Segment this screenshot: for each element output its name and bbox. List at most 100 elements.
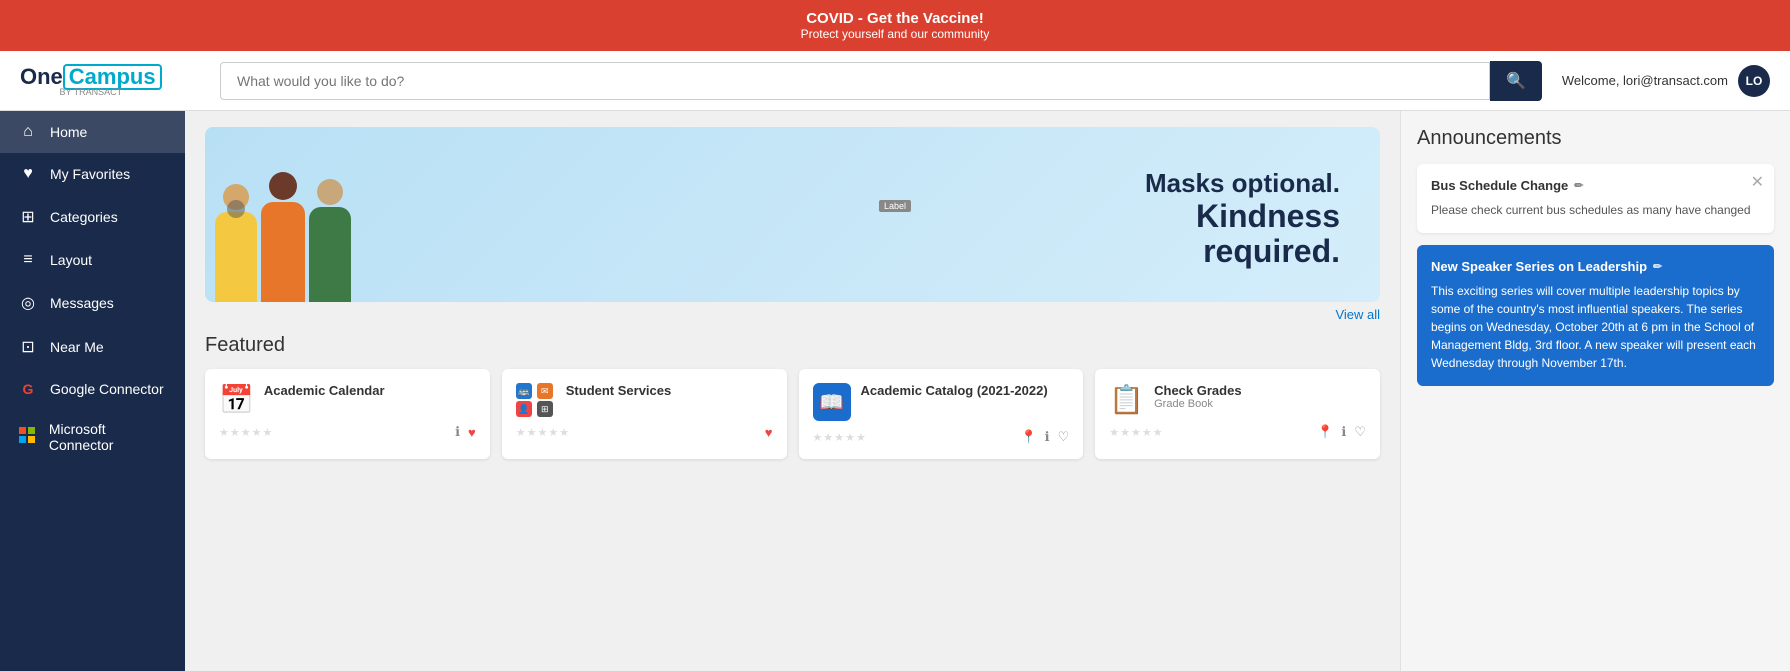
microsoft-icon (18, 427, 37, 448)
clipboard-icon: 📋 (1109, 383, 1144, 416)
card-actions-2: ♥ (765, 425, 773, 440)
card-title-3: Academic Catalog (2021-2022) (861, 383, 1048, 398)
carousel-line-2: Kindness (351, 199, 1340, 234)
sidebar-label-home: Home (50, 124, 87, 140)
content-area: Masks optional. Kindness required. Label… (185, 111, 1400, 671)
stars-3: ★★★★★ (813, 431, 867, 444)
stars-4: ★★★★★ (1109, 426, 1163, 439)
carousel-label-badge: Label (879, 200, 911, 212)
sidebar-label-microsoft: Microsoft Connector (49, 421, 167, 453)
stars-2: ★★★★★ (516, 426, 570, 439)
card-title-1: Academic Calendar (264, 383, 385, 398)
card-info-4: Check Grades Grade Book (1154, 383, 1241, 410)
sidebar-item-categories[interactable]: ⊞ Categories (0, 195, 185, 239)
sidebar-label-favorites: My Favorites (50, 166, 130, 182)
info-icon-4[interactable]: ℹ (1341, 424, 1346, 440)
sidebar-item-layout[interactable]: ≡ Layout (0, 239, 185, 281)
stars-1: ★★★★★ (219, 426, 273, 439)
featured-card-academic-catalog: 📖 Academic Catalog (2021-2022) ★★★★★ 📍 ℹ… (799, 369, 1084, 459)
card-bottom-2: ★★★★★ ♥ (516, 425, 773, 440)
announcement-card-bus: ✕ Bus Schedule Change ✏ Please check cur… (1417, 164, 1774, 233)
close-button-bus[interactable]: ✕ (1751, 172, 1764, 192)
person-2 (261, 172, 305, 302)
card-top-2: 🚌 ✉ 👤 ⊞ Student Services (516, 383, 773, 417)
logo: OneCampus BY TRANSACT (20, 64, 200, 97)
layout-icon: ≡ (18, 251, 38, 269)
search-input[interactable] (220, 62, 1490, 100)
view-all-link[interactable]: View all (205, 306, 1380, 324)
welcome-text: Welcome, lori@transact.com (1562, 73, 1728, 88)
heart-icon-4[interactable]: ♡ (1354, 424, 1366, 440)
ann-title-1: Bus Schedule Change ✏ (1431, 178, 1583, 193)
sidebar-item-messages[interactable]: ◎ Messages (0, 281, 185, 325)
sidebar: ⌂ Home ♥ My Favorites ⊞ Categories ≡ Lay… (0, 111, 185, 671)
sidebar-item-near-me[interactable]: ⊡ Near Me (0, 325, 185, 369)
carousel-line-1: Masks optional. (351, 169, 1340, 199)
announcement-card-speaker: New Speaker Series on Leadership ✏ This … (1417, 245, 1774, 386)
card-actions-4: 📍 ℹ ♡ (1317, 424, 1366, 440)
ann-title-2: New Speaker Series on Leadership ✏ (1431, 259, 1760, 274)
ann-body-1: Please check current bus schedules as ma… (1431, 201, 1760, 219)
sidebar-item-microsoft-connector[interactable]: Microsoft Connector (0, 409, 185, 465)
right-panel: Announcements ✕ Bus Schedule Change ✏ Pl… (1400, 111, 1790, 671)
location-icon-4[interactable]: 📍 (1317, 424, 1333, 440)
home-icon: ⌂ (18, 123, 38, 141)
card-bottom-4: ★★★★★ 📍 ℹ ♡ (1109, 424, 1366, 440)
header: OneCampus BY TRANSACT 🔍 Welcome, lori@tr… (0, 51, 1790, 111)
featured-card-academic-calendar: 📅 Academic Calendar ★★★★★ ℹ ♥ (205, 369, 490, 459)
card-title-2: Student Services (566, 383, 672, 398)
heart-icon-3[interactable]: ♡ (1058, 429, 1070, 445)
card-subtitle-4: Grade Book (1154, 398, 1241, 410)
user-avatar[interactable]: LO (1738, 65, 1770, 97)
info-icon-1[interactable]: ℹ (455, 424, 460, 440)
card-top-4: 📋 Check Grades Grade Book (1109, 383, 1366, 416)
featured-title: Featured (205, 334, 1380, 357)
search-container: 🔍 (220, 61, 1542, 101)
card-title-4: Check Grades (1154, 383, 1241, 398)
book-icon: 📖 (813, 383, 851, 421)
person-3-body (309, 207, 351, 302)
carousel-figures (215, 137, 351, 302)
sidebar-label-categories: Categories (50, 209, 118, 225)
edit-icon-1[interactable]: ✏ (1574, 179, 1583, 192)
featured-grid: 📅 Academic Calendar ★★★★★ ℹ ♥ (205, 369, 1380, 459)
location-icon: ⊡ (18, 337, 38, 357)
search-button[interactable]: 🔍 (1490, 61, 1542, 101)
card-actions-1: ℹ ♥ (455, 424, 476, 440)
person-1 (215, 184, 257, 302)
banner-subtitle: Protect yourself and our community (10, 27, 1780, 41)
edit-icon-2[interactable]: ✏ (1653, 260, 1662, 273)
sidebar-item-home[interactable]: ⌂ Home (0, 111, 185, 153)
messages-icon: ◎ (18, 293, 38, 313)
sidebar-item-my-favorites[interactable]: ♥ My Favorites (0, 153, 185, 195)
heart-icon-1[interactable]: ♥ (468, 425, 476, 440)
sidebar-label-near-me: Near Me (50, 339, 104, 355)
sidebar-label-google: Google Connector (50, 381, 164, 397)
ann-header-1: Bus Schedule Change ✏ (1431, 178, 1760, 193)
featured-section: Featured 📅 Academic Calendar ★★★★★ ℹ (205, 334, 1380, 459)
card-bottom-1: ★★★★★ ℹ ♥ (219, 424, 476, 440)
carousel-line-3: required. (351, 234, 1340, 269)
person-3 (309, 179, 351, 302)
card-info-2: Student Services (566, 383, 672, 398)
student-services-icon: 🚌 ✉ 👤 ⊞ (516, 383, 556, 417)
location-icon-3[interactable]: 📍 (1020, 429, 1036, 445)
sidebar-item-google-connector[interactable]: G Google Connector (0, 369, 185, 409)
top-banner: COVID - Get the Vaccine! Protect yoursel… (0, 0, 1790, 51)
card-top-3: 📖 Academic Catalog (2021-2022) (813, 383, 1070, 421)
card-actions-3: 📍 ℹ ♡ (1020, 429, 1069, 445)
heart-icon-2[interactable]: ♥ (765, 425, 773, 440)
featured-card-check-grades: 📋 Check Grades Grade Book ★★★★★ 📍 ℹ ♡ (1095, 369, 1380, 459)
person-2-body (261, 202, 305, 302)
info-icon-3[interactable]: ℹ (1045, 429, 1050, 445)
announcements-title: Announcements (1417, 127, 1774, 150)
calendar-icon: 📅 (219, 383, 254, 416)
card-bottom-3: ★★★★★ 📍 ℹ ♡ (813, 429, 1070, 445)
google-icon: G (18, 381, 38, 397)
ann-body-2: This exciting series will cover multiple… (1431, 282, 1760, 372)
card-info-3: Academic Catalog (2021-2022) (861, 383, 1048, 398)
card-info-1: Academic Calendar (264, 383, 385, 398)
sidebar-label-messages: Messages (50, 295, 114, 311)
sidebar-label-layout: Layout (50, 252, 92, 268)
main-layout: ⌂ Home ♥ My Favorites ⊞ Categories ≡ Lay… (0, 111, 1790, 671)
